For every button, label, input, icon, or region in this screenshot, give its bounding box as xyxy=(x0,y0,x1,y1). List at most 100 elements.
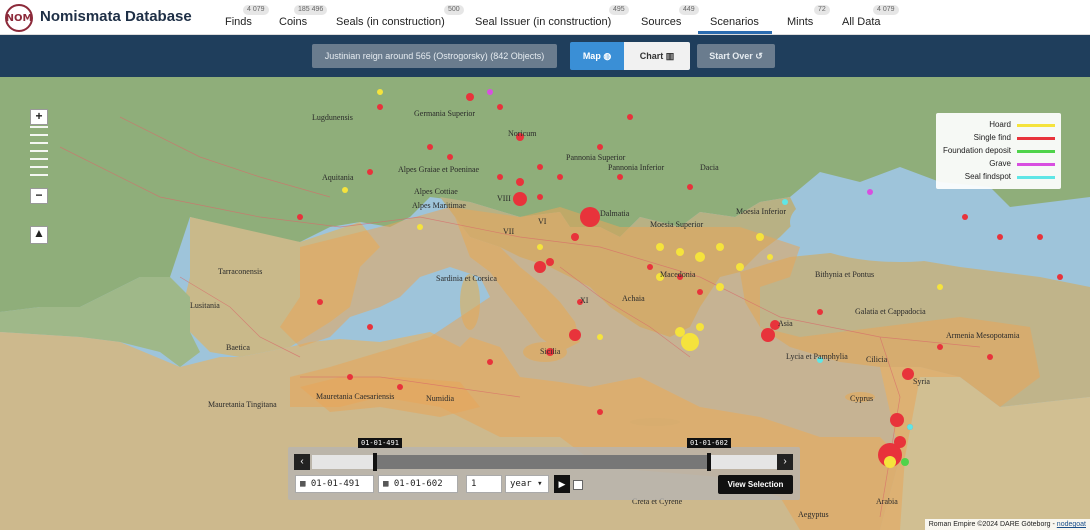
single-find-marker[interactable] xyxy=(487,359,493,365)
nav-finds[interactable]: Finds xyxy=(225,16,252,28)
single-find-marker[interactable] xyxy=(1037,234,1043,240)
timeline-start-handle[interactable] xyxy=(373,453,377,471)
grave-marker[interactable] xyxy=(487,89,493,95)
single-find-marker[interactable] xyxy=(377,104,383,110)
zoom-tick[interactable] xyxy=(30,126,48,128)
nav-all-data[interactable]: All Data xyxy=(842,16,881,28)
nav-mints[interactable]: Mints xyxy=(787,16,813,28)
map-view-button[interactable]: Map ◍ xyxy=(570,42,624,70)
hoard-marker[interactable] xyxy=(736,263,744,271)
hoard-marker[interactable] xyxy=(676,248,684,256)
legend-item-single-find[interactable]: Single find xyxy=(936,131,1061,144)
hoard-marker[interactable] xyxy=(656,243,664,251)
map-layers-icon[interactable]: ▲ xyxy=(30,226,48,244)
single-find-marker[interactable] xyxy=(297,214,303,220)
chart-view-button[interactable]: Chart ▥ xyxy=(624,42,690,70)
single-find-marker[interactable] xyxy=(367,324,373,330)
hoard-marker[interactable] xyxy=(597,334,603,340)
start-date-input[interactable]: ▦ 01-01-491 xyxy=(295,475,374,493)
single-find-marker[interactable] xyxy=(347,374,353,380)
foundation-deposit-marker[interactable] xyxy=(901,458,909,466)
step-value-input[interactable]: 1 xyxy=(466,475,502,493)
zoom-out-button[interactable]: − xyxy=(30,188,48,204)
hoard-marker[interactable] xyxy=(756,233,764,241)
single-find-marker[interactable] xyxy=(397,384,403,390)
single-find-marker[interactable] xyxy=(466,93,474,101)
zoom-tick[interactable] xyxy=(30,142,48,144)
zoom-slider[interactable] xyxy=(30,126,48,182)
legend-item-seal-findspot[interactable]: Seal findspot xyxy=(936,170,1061,183)
hoard-marker[interactable] xyxy=(681,333,699,351)
hoard-marker[interactable] xyxy=(537,244,543,250)
single-find-marker[interactable] xyxy=(987,354,993,360)
single-find-marker[interactable] xyxy=(597,144,603,150)
single-find-marker[interactable] xyxy=(537,164,543,170)
single-find-marker[interactable] xyxy=(647,264,653,270)
nav-sources[interactable]: Sources xyxy=(641,16,681,28)
single-find-marker[interactable] xyxy=(962,214,968,220)
hoard-marker[interactable] xyxy=(884,456,896,468)
single-find-marker[interactable] xyxy=(367,169,373,175)
zoom-tick[interactable] xyxy=(30,174,48,176)
seal-findspot-marker[interactable] xyxy=(907,424,913,430)
view-selection-button[interactable]: View Selection xyxy=(718,475,793,494)
play-button[interactable]: ▶ xyxy=(554,475,570,493)
single-find-marker[interactable] xyxy=(937,344,943,350)
seal-findspot-marker[interactable] xyxy=(782,199,788,205)
hoard-marker[interactable] xyxy=(377,89,383,95)
single-find-marker[interactable] xyxy=(894,436,906,448)
single-find-marker[interactable] xyxy=(497,104,503,110)
hoard-marker[interactable] xyxy=(695,252,705,262)
hoard-marker[interactable] xyxy=(342,187,348,193)
single-find-marker[interactable] xyxy=(997,234,1003,240)
single-find-marker[interactable] xyxy=(571,233,579,241)
single-find-marker[interactable] xyxy=(687,184,693,190)
hoard-marker[interactable] xyxy=(716,243,724,251)
timeline-next-button[interactable]: › xyxy=(777,454,793,470)
zoom-tick[interactable] xyxy=(30,134,48,136)
legend-item-foundation-deposit[interactable]: Foundation deposit xyxy=(936,144,1061,157)
zoom-tick[interactable] xyxy=(30,166,48,168)
single-find-marker[interactable] xyxy=(580,207,600,227)
attribution-link[interactable]: nodegoat xyxy=(1057,521,1086,528)
single-find-marker[interactable] xyxy=(569,329,581,341)
single-find-marker[interactable] xyxy=(537,194,543,200)
zoom-tick[interactable] xyxy=(30,150,48,152)
single-find-marker[interactable] xyxy=(1057,274,1063,280)
legend-item-hoard[interactable]: Hoard xyxy=(936,118,1061,131)
single-find-marker[interactable] xyxy=(546,258,554,266)
hoard-marker[interactable] xyxy=(767,254,773,260)
single-find-marker[interactable] xyxy=(761,328,775,342)
single-find-marker[interactable] xyxy=(617,174,623,180)
brand-title[interactable]: Nomismata Database xyxy=(40,8,192,25)
nav-scenarios[interactable]: Scenarios xyxy=(710,16,759,28)
single-find-marker[interactable] xyxy=(890,413,904,427)
single-find-marker[interactable] xyxy=(534,261,546,273)
nomismata-logo-icon[interactable]: NOM xyxy=(5,4,33,32)
hoard-marker[interactable] xyxy=(417,224,423,230)
start-over-button[interactable]: Start Over ↺ xyxy=(697,44,775,68)
zoom-tick[interactable] xyxy=(30,158,48,160)
zoom-in-button[interactable]: + xyxy=(30,109,48,125)
scenario-label[interactable]: Justinian reign around 565 (Ostrogorsky)… xyxy=(312,44,557,68)
grave-marker[interactable] xyxy=(867,189,873,195)
hoard-marker[interactable] xyxy=(716,283,724,291)
timeline-prev-button[interactable]: ‹ xyxy=(294,454,310,470)
single-find-marker[interactable] xyxy=(817,309,823,315)
legend-item-grave[interactable]: Grave xyxy=(936,157,1061,170)
loop-checkbox[interactable] xyxy=(573,480,583,490)
single-find-marker[interactable] xyxy=(597,409,603,415)
nav-coins[interactable]: Coins xyxy=(279,16,307,28)
single-find-marker[interactable] xyxy=(447,154,453,160)
single-find-marker[interactable] xyxy=(317,299,323,305)
single-find-marker[interactable] xyxy=(697,289,703,295)
single-find-marker[interactable] xyxy=(627,114,633,120)
nav-seal-issuer[interactable]: Seal Issuer (in construction) xyxy=(475,16,611,28)
hoard-marker[interactable] xyxy=(696,323,704,331)
single-find-marker[interactable] xyxy=(557,174,563,180)
single-find-marker[interactable] xyxy=(513,192,527,206)
timeline-selected-range[interactable] xyxy=(375,455,709,469)
single-find-marker[interactable] xyxy=(427,144,433,150)
step-unit-select[interactable]: year ▾ xyxy=(505,475,549,493)
hoard-marker[interactable] xyxy=(675,327,685,337)
